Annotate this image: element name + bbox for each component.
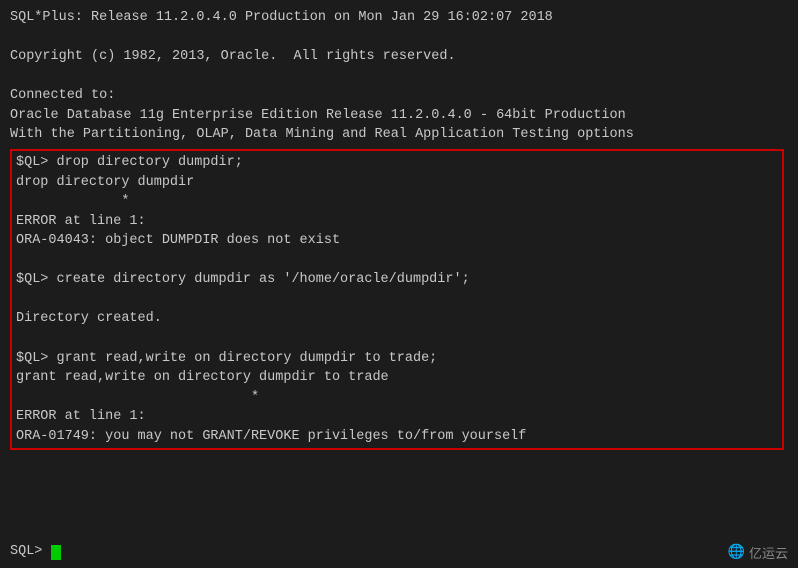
cmd-grant-echo: grant read,write on directory dumpdir to…: [16, 368, 778, 388]
prompt-line[interactable]: SQL>: [10, 542, 61, 562]
error-pointer1: *: [16, 192, 778, 212]
connected-label: Connected to:: [10, 86, 788, 106]
error-msg2: ORA-01749: you may not GRANT/REVOKE priv…: [16, 427, 778, 447]
header-blank1: [10, 28, 788, 48]
error-msg1: ORA-04043: object DUMPDIR does not exist: [16, 231, 778, 251]
cmd-drop-echo: drop directory dumpdir: [16, 173, 778, 193]
error-pointer2: *: [16, 388, 778, 408]
db-options-line: With the Partitioning, OLAP, Data Mining…: [10, 125, 788, 145]
watermark: 🌐 亿运云: [728, 543, 788, 562]
dir-created: Directory created.: [16, 309, 778, 329]
terminal-window: SQL*Plus: Release 11.2.0.4.0 Production …: [0, 0, 798, 568]
header-line1: SQL*Plus: Release 11.2.0.4.0 Production …: [10, 8, 788, 28]
bottom-bar: SQL> 🌐 亿运云: [10, 542, 788, 562]
error-block: $QL> drop directory dumpdir; drop direct…: [10, 149, 784, 450]
sql-prompt: SQL>: [10, 542, 51, 562]
terminal-content: SQL*Plus: Release 11.2.0.4.0 Production …: [10, 8, 788, 454]
db-edition-line: Oracle Database 11g Enterprise Edition R…: [10, 106, 788, 126]
cmd-create: $QL> create directory dumpdir as '/home/…: [16, 270, 778, 290]
cmd-drop: $QL> drop directory dumpdir;: [16, 153, 778, 173]
copyright-line: Copyright (c) 1982, 2013, Oracle. All ri…: [10, 47, 788, 67]
terminal-cursor: [51, 545, 61, 560]
cmd-grant: $QL> grant read,write on directory dumpd…: [16, 349, 778, 369]
blank-sep3: [16, 329, 778, 349]
error-label1: ERROR at line 1:: [16, 212, 778, 232]
error-label2: ERROR at line 1:: [16, 407, 778, 427]
blank-sep1: [16, 251, 778, 271]
watermark-icon: 🌐: [728, 544, 745, 561]
header-blank2: [10, 67, 788, 87]
watermark-text: 亿运云: [749, 543, 788, 562]
blank-sep2: [16, 290, 778, 310]
